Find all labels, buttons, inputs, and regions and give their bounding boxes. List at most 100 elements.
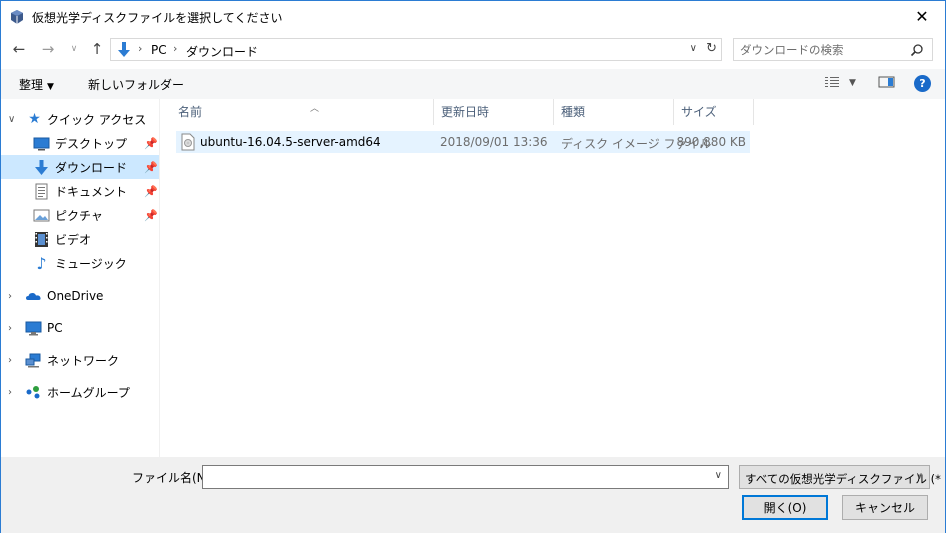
breadcrumb-separator: › bbox=[173, 42, 178, 55]
back-button[interactable]: ← bbox=[9, 38, 29, 60]
nav-label: ネットワーク bbox=[47, 353, 120, 368]
nav-item-pc[interactable]: › PC bbox=[1, 316, 159, 340]
arrow-left-icon: ← bbox=[12, 40, 26, 58]
help-button[interactable]: ? bbox=[914, 75, 931, 92]
filename-input[interactable] bbox=[207, 469, 697, 485]
preview-pane-button[interactable] bbox=[878, 75, 895, 92]
file-modified: 2018/09/01 13:36 bbox=[440, 135, 548, 149]
nav-item-desktop[interactable]: デスクトップ 📌 bbox=[1, 131, 159, 155]
search-icon bbox=[910, 44, 923, 57]
nav-label: デスクトップ bbox=[55, 136, 128, 151]
nav-item-documents[interactable]: ドキュメント 📌 bbox=[1, 179, 159, 203]
search-input[interactable] bbox=[740, 42, 900, 58]
change-view-button[interactable] bbox=[824, 75, 840, 92]
view-options-button[interactable]: ▼ bbox=[849, 78, 856, 88]
nav-label: ミュージック bbox=[55, 256, 127, 271]
organize-label: 整理 bbox=[19, 78, 44, 92]
chevron-right-icon: › bbox=[8, 290, 12, 302]
virtualbox-icon bbox=[11, 10, 23, 24]
column-label: 種類 bbox=[561, 105, 586, 119]
file-list: ︿ 名前 更新日時 種類 サイズ ubuntu-16.04.5-server-a… bbox=[161, 99, 945, 457]
search-box[interactable] bbox=[733, 38, 933, 61]
chevron-right-icon: › bbox=[8, 354, 12, 366]
pc-icon bbox=[25, 321, 42, 335]
file-size: 890,880 KB bbox=[676, 135, 746, 149]
nav-label: ドキュメント bbox=[55, 184, 128, 199]
nav-item-downloads[interactable]: ダウンロード 📌 bbox=[1, 155, 159, 179]
nav-item-pictures[interactable]: ピクチャ 📌 bbox=[1, 203, 159, 227]
command-bar: 整理 ▼ 新しいフォルダー ▼ ? bbox=[1, 69, 945, 99]
chevron-down-icon: ∨ bbox=[915, 471, 923, 482]
arrow-right-icon: → bbox=[41, 40, 55, 58]
nav-item-homegroup[interactable]: › ホームグループ bbox=[1, 380, 159, 404]
file-type-filter[interactable]: すべての仮想光学ディスクファイル (* ∨ bbox=[739, 465, 941, 489]
navigation-pane: ∨ ★ クイック アクセス デスクトップ 📌 ダウンロード 📌 ドキュメント 📌… bbox=[1, 99, 160, 457]
download-icon bbox=[35, 159, 48, 175]
pin-icon: 📌 bbox=[144, 184, 158, 198]
column-header-modified[interactable]: 更新日時 bbox=[434, 99, 554, 125]
nav-item-videos[interactable]: ビデオ bbox=[1, 227, 159, 251]
recent-locations-button[interactable]: ∨ bbox=[64, 38, 84, 60]
help-icon: ? bbox=[919, 77, 926, 90]
table-row[interactable]: ubuntu-16.04.5-server-amd64 2018/09/01 1… bbox=[176, 131, 750, 153]
filename-combobox[interactable]: ∨ bbox=[202, 465, 729, 489]
title-bar: 仮想光学ディスクファイルを選択してください ✕ bbox=[1, 1, 945, 32]
address-bar[interactable]: › PC › ダウンロード ∨ ↻ bbox=[110, 38, 722, 61]
caret-down-icon: ▼ bbox=[849, 78, 856, 88]
network-icon bbox=[25, 353, 41, 367]
footer-panel: ファイル名(N): ∨ すべての仮想光学ディスクファイル (* ∨ 開く(O) … bbox=[1, 457, 945, 533]
breadcrumb-separator: › bbox=[138, 42, 143, 55]
address-row: ← → ∨ ↑ › PC › ダウンロード ∨ ↻ bbox=[1, 34, 945, 64]
close-icon: ✕ bbox=[915, 7, 929, 26]
file-open-dialog: 仮想光学ディスクファイルを選択してください ✕ ← → ∨ ↑ › PC › ダ… bbox=[0, 0, 946, 533]
column-label: サイズ bbox=[681, 105, 717, 119]
column-header-size[interactable]: サイズ bbox=[674, 99, 754, 125]
nav-item-onedrive[interactable]: › OneDrive bbox=[1, 284, 159, 308]
refresh-icon[interactable]: ↻ bbox=[706, 41, 717, 56]
nav-item-network[interactable]: › ネットワーク bbox=[1, 348, 159, 372]
chevron-down-icon[interactable]: ∨ bbox=[715, 470, 722, 481]
nav-item-music[interactable]: ♪ ミュージック bbox=[1, 251, 159, 275]
document-icon bbox=[35, 183, 48, 199]
close-button[interactable]: ✕ bbox=[899, 1, 945, 32]
column-header-name[interactable]: ︿ 名前 bbox=[171, 99, 434, 125]
homegroup-icon bbox=[26, 385, 40, 398]
nav-label: クイック アクセス bbox=[47, 112, 147, 127]
music-icon: ♪ bbox=[36, 253, 47, 273]
cancel-button[interactable]: キャンセル bbox=[842, 495, 928, 520]
pictures-icon bbox=[33, 209, 50, 221]
pin-icon: 📌 bbox=[144, 208, 158, 222]
file-name: ubuntu-16.04.5-server-amd64 bbox=[200, 135, 381, 149]
breadcrumb-pc[interactable]: PC bbox=[151, 43, 167, 57]
chevron-right-icon: › bbox=[8, 322, 12, 334]
video-icon bbox=[35, 231, 48, 247]
column-label: 名前 bbox=[178, 105, 203, 119]
nav-label: ビデオ bbox=[55, 232, 92, 247]
nav-quick-access[interactable]: ∨ ★ クイック アクセス bbox=[1, 107, 159, 131]
pin-icon: 📌 bbox=[144, 160, 158, 174]
pin-icon: 📌 bbox=[144, 136, 158, 150]
chevron-down-icon: ∨ bbox=[8, 113, 16, 125]
nav-label: ホームグループ bbox=[47, 385, 130, 400]
caret-down-icon: ▼ bbox=[47, 82, 54, 92]
chevron-right-icon: › bbox=[8, 386, 12, 398]
column-label: 更新日時 bbox=[441, 105, 490, 119]
details-view-icon bbox=[825, 77, 839, 87]
star-icon: ★ bbox=[28, 111, 41, 127]
breadcrumb-downloads[interactable]: ダウンロード bbox=[186, 43, 258, 60]
nav-label: OneDrive bbox=[47, 289, 104, 303]
organize-button[interactable]: 整理 ▼ bbox=[19, 76, 54, 93]
onedrive-icon bbox=[26, 292, 41, 300]
arrow-up-icon: ↑ bbox=[90, 40, 104, 58]
desktop-icon bbox=[33, 137, 50, 150]
forward-button[interactable]: → bbox=[38, 38, 58, 60]
preview-pane-icon bbox=[878, 76, 895, 88]
disc-image-file-icon bbox=[181, 133, 195, 151]
window-title: 仮想光学ディスクファイルを選択してください bbox=[32, 11, 283, 25]
new-folder-button[interactable]: 新しいフォルダー bbox=[88, 76, 184, 93]
open-button[interactable]: 開く(O) bbox=[742, 495, 828, 520]
up-button[interactable]: ↑ bbox=[87, 38, 107, 60]
column-header-type[interactable]: 種類 bbox=[554, 99, 674, 125]
nav-label: ダウンロード bbox=[55, 160, 128, 175]
address-dropdown-icon[interactable]: ∨ bbox=[690, 43, 697, 54]
